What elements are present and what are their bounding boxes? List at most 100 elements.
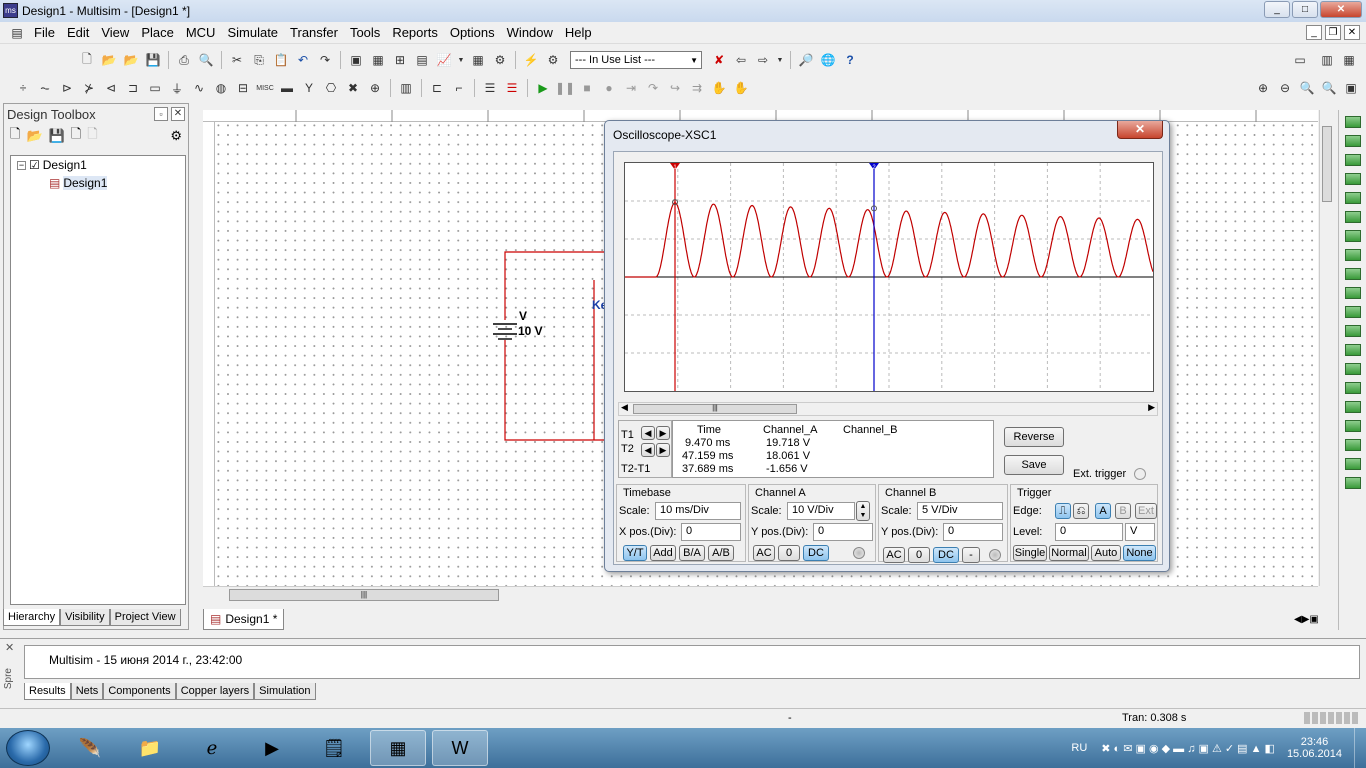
media-player-icon[interactable]: ▶ [244, 730, 300, 766]
t2-right-arrow[interactable]: ▶ [656, 443, 670, 457]
rising-edge-icon[interactable]: ⎍ [1055, 503, 1071, 519]
place-connector-icon[interactable]: ⊕ [366, 79, 384, 97]
place-advanced-peripherals-icon[interactable]: ▬ [278, 79, 296, 97]
yt-mode-button[interactable]: Y/T [623, 545, 647, 561]
print-preview-icon[interactable]: 🔍 [197, 51, 215, 69]
place-transistor-icon[interactable]: ⊁ [80, 79, 98, 97]
tab-navigation[interactable]: ◀▶▣ [1294, 614, 1319, 625]
falling-edge-icon[interactable]: ⎌ [1073, 503, 1089, 519]
place-analog-icon[interactable]: ⊲ [102, 79, 120, 97]
scrollbar-thumb[interactable] [1322, 126, 1332, 202]
start-button[interactable] [6, 730, 50, 766]
place-power-icon[interactable]: ⊟ [234, 79, 252, 97]
channel-b-ypos-field[interactable]: 0 [943, 523, 1003, 541]
print-icon[interactable]: ⎙ [175, 51, 193, 69]
component-wizard-icon[interactable]: ⚙ [491, 51, 509, 69]
channel-b-ac-button[interactable]: AC [883, 547, 905, 563]
explorer-icon[interactable]: 📁 [122, 730, 178, 766]
scrollbar-thumb[interactable]: ||| [229, 589, 499, 601]
forward-annotate-icon[interactable]: ⇨ [754, 51, 772, 69]
labview-icon[interactable] [1344, 458, 1361, 470]
clock-date[interactable]: 15.06.2014 [1287, 748, 1342, 760]
menu-transfer[interactable]: Transfer [284, 25, 344, 40]
current-probe-icon[interactable] [1344, 477, 1361, 489]
menu-window[interactable]: Window [501, 25, 559, 40]
copy-icon[interactable]: ⎘ [250, 51, 268, 69]
agilent-multimeter-icon[interactable] [1344, 401, 1361, 413]
open-icon[interactable]: 📂 [100, 51, 118, 69]
new-icon[interactable]: 🗋 [10, 125, 20, 147]
tree-node-sheet[interactable]: ▤ Design1 [49, 176, 108, 190]
multimeter-icon[interactable] [1344, 116, 1361, 128]
ab-mode-button[interactable]: A/B [708, 545, 734, 561]
remove-breakpoints-icon[interactable]: ✋ [732, 79, 750, 97]
menu-simulate[interactable]: Simulate [221, 25, 284, 40]
bus-icon[interactable]: ⌐ [450, 79, 468, 97]
hierarchical-block-icon[interactable]: ⊏ [428, 79, 446, 97]
reverse-button[interactable]: Reverse [1004, 427, 1064, 447]
channel-a-terminal[interactable] [853, 547, 865, 559]
place-ni-icon[interactable]: ✖ [344, 79, 362, 97]
word-generator-icon[interactable] [1344, 249, 1361, 261]
place-indicator-icon[interactable]: ◍ [212, 79, 230, 97]
tab-components[interactable]: Components [103, 683, 176, 700]
save-icon[interactable]: 💾 [144, 51, 162, 69]
channel-a-dc-button[interactable]: DC [803, 545, 829, 561]
description-box-icon[interactable]: ▤ [413, 51, 431, 69]
redo-icon[interactable]: ↷ [316, 51, 334, 69]
oscilloscope-close-button[interactable]: ✕ [1117, 121, 1163, 139]
paste-icon[interactable]: 📋 [272, 51, 290, 69]
tektronix-oscilloscope-icon[interactable] [1344, 439, 1361, 451]
taskbar-app-icon[interactable]: 🪶 [62, 730, 118, 766]
zoom-fit-icon[interactable]: 🔍 [1320, 79, 1338, 97]
mdi-minimize-button[interactable]: _ [1306, 25, 1322, 40]
tab-copper-layers[interactable]: Copper layers [175, 683, 255, 700]
help-icon[interactable]: ? [841, 51, 859, 69]
spreadsheet-icon[interactable]: ▦ [369, 51, 387, 69]
iv-analyzer-icon[interactable] [1344, 306, 1361, 318]
ba-mode-button[interactable]: B/A [679, 545, 705, 561]
agilent-oscilloscope-icon[interactable] [1344, 420, 1361, 432]
menu-view[interactable]: View [95, 25, 135, 40]
trigger-level-unit[interactable]: V [1125, 523, 1155, 541]
channel-b-minus-button[interactable]: - [962, 547, 980, 563]
layout-icon[interactable]: ▦ [1340, 51, 1358, 69]
annotate-icon[interactable]: ⚙ [544, 51, 562, 69]
pause-next-icon[interactable]: ● [600, 79, 618, 97]
wire-icon[interactable]: ⚡ [522, 51, 540, 69]
place-mcu-icon[interactable]: ▥ [397, 79, 415, 97]
show-desktop-button[interactable] [1354, 728, 1366, 768]
screen-horizontal-scrollbar[interactable]: ◀ ||| ▶ [618, 402, 1158, 416]
step-over-icon[interactable]: ↷ [644, 79, 662, 97]
place-basic-icon[interactable]: ⏦ [36, 79, 54, 97]
trigger-level-field[interactable]: 0 [1055, 523, 1123, 541]
bode-plotter-icon[interactable] [1344, 211, 1361, 223]
tray-icons[interactable]: ✖ ◐ ✉ ▣ ◉ ◆ ▬ ♫ ▣ ⚠ ✓ ▤ ▲ ◧ [1101, 742, 1275, 755]
menu-help[interactable]: Help [559, 25, 598, 40]
step-out-icon[interactable]: ↪ [666, 79, 684, 97]
agilent-generator-icon[interactable] [1344, 382, 1361, 394]
tree-node-design[interactable]: − ☑ Design1 [17, 158, 87, 172]
place-misc-digital-icon[interactable]: ⏚ [168, 79, 186, 97]
tab-nets[interactable]: Nets [70, 683, 104, 700]
step-into-icon[interactable]: ⇥ [622, 79, 640, 97]
menu-reports[interactable]: Reports [386, 25, 444, 40]
tab-design1[interactable]: ▤ Design1 * [203, 609, 285, 630]
run-to-cursor-icon[interactable]: ⇉ [688, 79, 706, 97]
stop-icon[interactable]: ■ [578, 79, 596, 97]
mdi-close-button[interactable]: ✕ [1344, 25, 1360, 40]
oscilloscope-icon[interactable] [1344, 173, 1361, 185]
zoom-area-icon[interactable]: 🔍 [1298, 79, 1316, 97]
trigger-source-ext-button[interactable]: Ext [1135, 503, 1157, 519]
pcb-icon[interactable]: ▥ [1318, 51, 1336, 69]
ext-trigger-terminal[interactable] [1134, 468, 1146, 480]
view-icon[interactable]: ▭ [1286, 51, 1314, 69]
distortion-analyzer-icon[interactable] [1344, 325, 1361, 337]
mdi-restore-button[interactable]: ❐ [1325, 25, 1341, 40]
web-icon[interactable]: 🌐 [819, 51, 837, 69]
word-taskbar-icon[interactable]: W [432, 730, 488, 766]
tab-simulation[interactable]: Simulation [254, 683, 316, 700]
close-button[interactable]: ✕ [1320, 1, 1362, 18]
dc-source-value[interactable]: 10 V [518, 324, 543, 338]
ladder-rung-icon[interactable]: ☰ [481, 79, 499, 97]
